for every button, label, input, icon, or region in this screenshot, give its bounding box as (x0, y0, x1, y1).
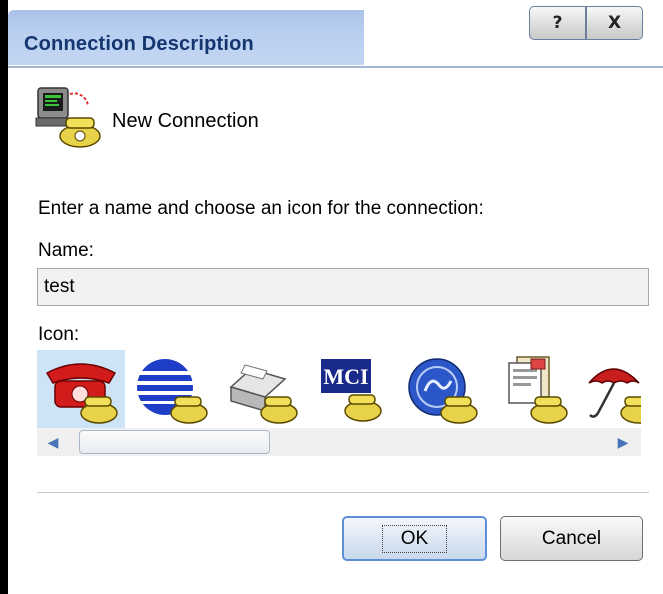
icon-option-ge[interactable] (397, 350, 485, 428)
window-title: Connection Description (24, 33, 254, 55)
close-button[interactable]: X (586, 6, 643, 40)
mci-logo-icon: MCI (321, 359, 382, 422)
cancel-button[interactable]: Cancel (500, 516, 643, 561)
horizontal-scrollbar[interactable]: ◀ ▶ (37, 428, 641, 456)
mci-logo-text: MCI (323, 364, 368, 389)
icon-option-mci[interactable]: MCI (307, 350, 395, 428)
icon-option-documents[interactable] (487, 350, 575, 428)
modem-phone-icon (34, 82, 104, 150)
help-icon: ? (552, 13, 563, 33)
title-tab: Connection Description (8, 10, 364, 65)
icon-option-umbrella[interactable] (577, 350, 641, 428)
scrollbar-thumb[interactable] (79, 430, 270, 454)
connection-name-label: New Connection (112, 110, 259, 132)
name-input[interactable] (37, 268, 649, 306)
umbrella-icon (588, 368, 641, 424)
fax-machine-icon (229, 364, 298, 424)
icon-option-fax[interactable] (217, 350, 305, 428)
instruction-text: Enter a name and choose an icon for the … (38, 198, 484, 219)
button-separator (37, 492, 649, 494)
icon-label: Icon: (38, 324, 80, 345)
title-separator (8, 66, 663, 68)
close-icon: X (607, 13, 622, 33)
icon-option-red-telephone[interactable] (37, 350, 125, 428)
icon-list[interactable]: MCI ◀ ▶ (37, 350, 641, 458)
cancel-button-label: Cancel (541, 527, 602, 549)
window-left-edge (0, 0, 8, 594)
help-button[interactable]: ? (529, 6, 586, 40)
icon-option-blue-globe[interactable] (127, 350, 215, 428)
ok-button[interactable]: OK (342, 516, 487, 561)
blue-globe-stripes-icon (137, 359, 208, 424)
scroll-right-icon[interactable]: ▶ (615, 433, 631, 451)
ok-button-label: OK (381, 524, 448, 553)
scroll-left-icon[interactable]: ◀ (45, 433, 61, 451)
title-bar[interactable]: Connection Description ? X (8, 0, 663, 67)
red-telephone-icon (45, 363, 118, 424)
name-label: Name: (38, 240, 94, 261)
ge-globe-icon (408, 358, 478, 424)
documents-icon (508, 356, 568, 424)
